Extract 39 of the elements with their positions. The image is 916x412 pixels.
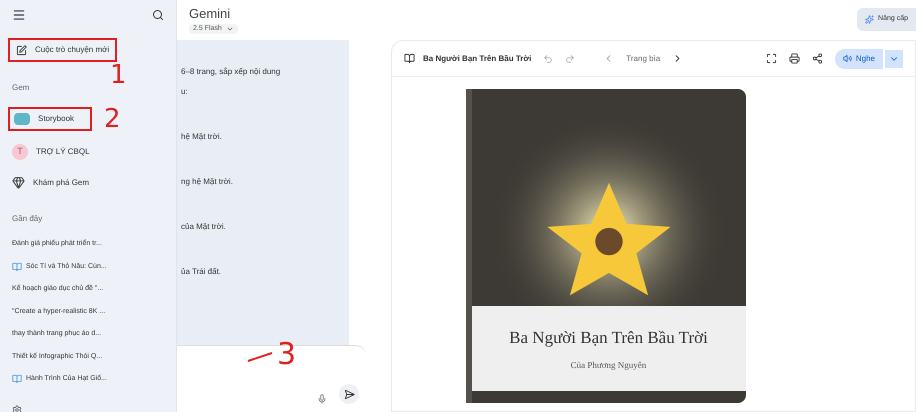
search-button[interactable] (152, 9, 164, 21)
cover-title: Ba Người Bạn Trên Bầu Trời (509, 327, 708, 349)
chat-text: 6–8 trang, sắp xếp nội dung (181, 66, 282, 78)
send-button[interactable] (339, 384, 359, 404)
annotation-number: 2 (104, 106, 121, 132)
chat-text: hệ Mặt trời. (181, 131, 223, 143)
gem-icon (12, 176, 25, 189)
section-heading: Gem (11, 82, 30, 94)
page-label: Trang bìa (626, 52, 660, 64)
chat-text: ng hệ Mặt trời. (181, 176, 234, 188)
chat-text: u: (181, 86, 189, 98)
speaker-icon (842, 54, 852, 63)
cover-author: Của Phương Nguyên (570, 358, 646, 372)
gem-item[interactable]: Storybook (8, 107, 92, 131)
annotation-number: 1 (110, 62, 127, 88)
sparkle-icon (865, 14, 874, 24)
menu-button[interactable] (12, 8, 26, 22)
send-icon (344, 388, 354, 400)
gem-item[interactable]: Khám phá Gem (8, 172, 94, 193)
annotation-stroke (247, 352, 273, 362)
section-heading: Gần đây (11, 213, 44, 225)
edit-icon (16, 44, 27, 56)
letter-avatar: T (12, 144, 28, 160)
book-icon (404, 53, 415, 64)
gem-item[interactable]: T TRỢ LÝ CBQL (8, 140, 94, 164)
listen-button[interactable]: Nghe (834, 48, 883, 68)
chat-text: ủa Trái đất. (181, 266, 222, 278)
chat-text: của Mặt trời. (181, 221, 227, 233)
new-chat-button[interactable]: Cuộc trò chuyện mới (8, 38, 118, 62)
share-button[interactable] (812, 53, 823, 64)
book-icon (12, 374, 22, 384)
settings-icon (12, 405, 22, 412)
app-title: Gemini (189, 5, 232, 23)
book-icon (14, 113, 30, 125)
print-button[interactable] (788, 53, 800, 64)
microphone-button[interactable] (317, 394, 327, 404)
fullscreen-button[interactable] (766, 53, 777, 64)
document-title: Ba Người Bạn Trên Bầu Trời (423, 52, 532, 64)
book-icon (12, 262, 22, 272)
